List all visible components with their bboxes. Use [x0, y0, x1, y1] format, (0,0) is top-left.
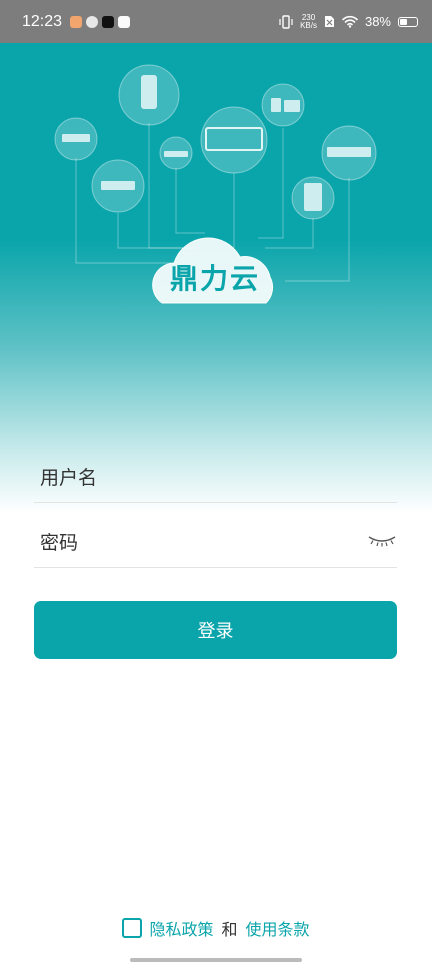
tiktok-app-icon: [102, 15, 115, 28]
battery-icon: [398, 16, 418, 27]
mail-app-icon: [118, 15, 131, 28]
sim-off-icon: [324, 16, 334, 27]
username-label: 用户名: [40, 467, 98, 489]
status-bar: 12:23 230 KB/s 38%: [0, 0, 432, 43]
terms-of-use-link[interactable]: 使用条款: [246, 916, 310, 940]
brand-logo-text: 鼎力云: [169, 262, 260, 295]
home-indicator[interactable]: [130, 958, 302, 962]
status-time: 12:23: [22, 12, 63, 30]
password-label: 密码: [40, 532, 79, 554]
username-field[interactable]: 用户名: [34, 455, 397, 503]
vibrate-icon: [279, 14, 293, 29]
and-text: 和: [221, 920, 238, 939]
device-bubble: [200, 106, 268, 174]
agreement-row: 隐私政策 和 使用条款: [0, 916, 432, 940]
privacy-policy-link[interactable]: 隐私政策: [149, 916, 213, 940]
battery-percent: 38%: [364, 14, 391, 29]
login-button[interactable]: 登录: [34, 601, 397, 659]
eye-closed-icon[interactable]: [367, 534, 397, 548]
hero-banner: 鼎力云: [0, 43, 432, 513]
chat-app-icon: [70, 15, 83, 28]
wifi-icon: [342, 15, 358, 28]
notification-icons: [70, 15, 131, 28]
net-speed: 230 KB/s: [300, 12, 317, 30]
password-field[interactable]: 密码: [34, 520, 397, 568]
browser-app-icon: [86, 15, 99, 28]
checkbox-icon[interactable]: [122, 918, 143, 938]
